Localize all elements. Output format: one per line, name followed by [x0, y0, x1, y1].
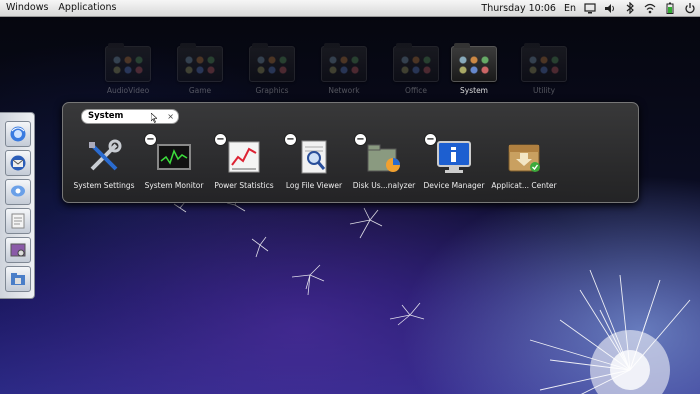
app-disk-usage-analyzer[interactable]: − Disk Us...nalyzer: [344, 133, 424, 190]
volume-icon[interactable]: [604, 2, 616, 14]
bluetooth-icon[interactable]: [624, 2, 636, 14]
category-label: System: [460, 86, 488, 95]
menu-applications[interactable]: Applications: [54, 0, 120, 16]
log-viewer-icon: [301, 140, 327, 174]
chat-icon: [11, 185, 25, 197]
category-label: Graphics: [255, 86, 289, 95]
remove-favorite-icon[interactable]: −: [214, 133, 227, 146]
app-power-statistics[interactable]: − Power Statistics: [204, 133, 284, 190]
folder-icon: [393, 43, 439, 82]
app-application-center[interactable]: Applicat... Center: [484, 139, 564, 190]
keyboard-layout-indicator[interactable]: En: [564, 3, 576, 14]
system-monitor-icon: [157, 144, 191, 170]
remove-favorite-icon[interactable]: −: [424, 133, 437, 146]
folder-icon: [321, 43, 367, 82]
folder-icon: [521, 43, 567, 82]
dock: [0, 112, 35, 299]
file-manager-icon: [11, 273, 25, 285]
dock-item-file-manager[interactable]: [5, 266, 31, 292]
wifi-icon[interactable]: [644, 2, 656, 14]
clear-search-icon[interactable]: ×: [167, 110, 174, 123]
screen-icon[interactable]: [584, 2, 596, 14]
mouse-pointer-icon: [151, 113, 157, 123]
folder-icon: [105, 43, 151, 82]
panel-tray: Thursday 10:06 En: [481, 0, 696, 16]
dock-item-settings-panel[interactable]: [5, 237, 31, 263]
remove-favorite-icon[interactable]: −: [284, 133, 297, 146]
app-label: Device Manager: [423, 181, 485, 190]
category-system[interactable]: System: [444, 43, 504, 95]
app-system-monitor[interactable]: − System Monitor: [134, 133, 214, 190]
app-label: Log File Viewer: [285, 181, 343, 190]
app-launcher-panel: System × System Settings − System Monito…: [62, 102, 639, 203]
disk-usage-icon: [367, 144, 400, 172]
app-label: Applicat... Center: [491, 181, 557, 190]
dock-item-mail[interactable]: [5, 150, 31, 176]
app-label: System Settings: [73, 181, 135, 190]
app-label: Power Statistics: [214, 181, 274, 190]
clock[interactable]: Thursday 10:06: [481, 3, 556, 14]
category-label: Network: [328, 86, 360, 95]
category-label: Utility: [532, 86, 556, 95]
app-log-file-viewer[interactable]: − Log File Viewer: [274, 133, 354, 190]
browser-icon: [10, 126, 26, 142]
remove-favorite-icon[interactable]: −: [144, 133, 157, 146]
app-device-manager[interactable]: − Device Manager: [414, 133, 494, 190]
folder-icon: [249, 43, 295, 82]
dock-item-document[interactable]: [5, 208, 31, 234]
category-office[interactable]: Office: [386, 43, 446, 95]
settings-panel-icon: [10, 243, 26, 257]
remove-favorite-icon[interactable]: −: [354, 133, 367, 146]
folder-icon: [177, 43, 223, 82]
category-network[interactable]: Network: [314, 43, 374, 95]
app-label: Disk Us...nalyzer: [352, 181, 416, 190]
search-text: System: [88, 111, 124, 121]
dock-item-browser[interactable]: [5, 121, 31, 147]
app-system-settings[interactable]: System Settings: [64, 139, 144, 190]
category-audiovideo[interactable]: AudioVideo: [98, 43, 158, 95]
app-center-icon: [508, 144, 540, 172]
category-strip: AudioVideo Game Graphics Network Office …: [98, 43, 578, 96]
app-label: System Monitor: [144, 181, 204, 190]
tools-icon: [89, 139, 122, 171]
power-statistics-icon: [228, 141, 260, 173]
mail-icon: [10, 155, 26, 171]
document-icon: [11, 213, 25, 229]
category-label: Game: [188, 86, 212, 95]
folder-icon: [451, 43, 497, 82]
dock-item-chat[interactable]: [5, 179, 31, 205]
dandelion-wallpaper-art: [173, 200, 691, 394]
category-utility[interactable]: Utility: [514, 43, 574, 95]
power-icon[interactable]: [684, 2, 696, 14]
device-manager-icon: [437, 141, 471, 173]
menu-windows[interactable]: Windows: [2, 0, 52, 16]
search-input[interactable]: System ×: [81, 109, 179, 124]
battery-icon[interactable]: [664, 2, 676, 14]
top-panel: Windows Applications Thursday 10:06 En: [0, 0, 700, 17]
category-label: AudioVideo: [106, 86, 150, 95]
category-graphics[interactable]: Graphics: [242, 43, 302, 95]
category-label: Office: [405, 86, 427, 95]
category-game[interactable]: Game: [170, 43, 230, 95]
